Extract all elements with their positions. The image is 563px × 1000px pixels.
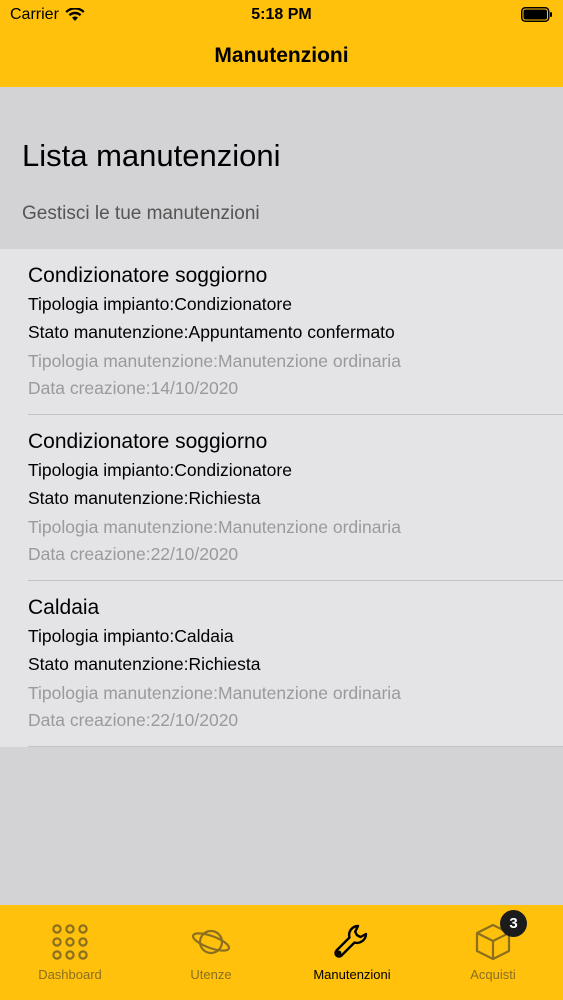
tab-label: Utenze bbox=[190, 967, 232, 982]
tab-acquisti[interactable]: Acquisti bbox=[423, 905, 563, 1000]
tipologia-value: Manutenzione ordinaria bbox=[218, 351, 401, 371]
data-line: Data creazione: 14/10/2020 bbox=[28, 378, 238, 399]
impianto-label: Tipologia impianto: bbox=[28, 626, 175, 646]
data-label: Data creazione: bbox=[28, 710, 151, 730]
nav-title: Manutenzioni bbox=[214, 44, 349, 67]
page-title: Lista manutenzioni bbox=[22, 138, 281, 173]
data-label: Data creazione: bbox=[28, 378, 151, 398]
data-value: 22/10/2020 bbox=[150, 710, 239, 730]
page-subtitle: Gestisci le tue manutenzioni bbox=[22, 203, 260, 224]
tab-label: Dashboard bbox=[38, 967, 102, 982]
stato-value: Appuntamento confermato bbox=[188, 322, 395, 342]
impianto-label: Tipologia impianto: bbox=[28, 294, 175, 314]
impianto-line: Tipologia impianto: Condizionatore bbox=[28, 460, 292, 481]
impianto-value: Condizionatore bbox=[174, 294, 292, 314]
clock: 5:18 PM bbox=[251, 6, 312, 23]
grid-dots-icon bbox=[52, 924, 88, 960]
stato-value: Richiesta bbox=[188, 654, 261, 674]
stato-line: Stato manutenzione: Appuntamento conferm… bbox=[28, 322, 395, 343]
impianto-value: Condizionatore bbox=[174, 460, 292, 480]
tipologia-label: Tipologia manutenzione: bbox=[28, 351, 219, 371]
tab-label: Acquisti bbox=[470, 967, 516, 982]
maintenance-item[interactable]: Condizionatore soggiorno Tipologia impia… bbox=[28, 249, 563, 415]
status-bar: Carrier 5:18 PM bbox=[0, 0, 563, 30]
data-line: Data creazione: 22/10/2020 bbox=[28, 710, 238, 731]
data-value: 22/10/2020 bbox=[150, 544, 239, 564]
item-name: Condizionatore soggiorno bbox=[28, 430, 268, 453]
stato-line: Stato manutenzione: Richiesta bbox=[28, 488, 261, 509]
impianto-line: Tipologia impianto: Caldaia bbox=[28, 626, 234, 647]
data-value: 14/10/2020 bbox=[150, 378, 239, 398]
item-name: Caldaia bbox=[28, 596, 100, 619]
tab-dashboard[interactable]: Dashboard bbox=[0, 905, 140, 1000]
tab-manutenzioni[interactable]: Manutenzioni bbox=[282, 905, 422, 1000]
maintenance-list: Condizionatore soggiorno Tipologia impia… bbox=[0, 249, 563, 747]
impianto-line: Tipologia impianto: Condizionatore bbox=[28, 294, 292, 315]
impianto-value: Caldaia bbox=[174, 626, 234, 646]
tipologia-value: Manutenzione ordinaria bbox=[218, 683, 401, 703]
stato-label: Stato manutenzione: bbox=[28, 322, 189, 342]
tipologia-line: Tipologia manutenzione: Manutenzione ord… bbox=[28, 517, 401, 538]
stato-label: Stato manutenzione: bbox=[28, 488, 189, 508]
battery-icon bbox=[521, 7, 552, 22]
planet-icon bbox=[191, 929, 231, 955]
cart-badge: 3 bbox=[500, 910, 527, 937]
maintenance-item[interactable]: Condizionatore soggiorno Tipologia impia… bbox=[28, 415, 563, 581]
tipologia-line: Tipologia manutenzione: Manutenzione ord… bbox=[28, 683, 401, 704]
stato-label: Stato manutenzione: bbox=[28, 654, 189, 674]
tipologia-value: Manutenzione ordinaria bbox=[218, 517, 401, 537]
tab-label: Manutenzioni bbox=[313, 967, 391, 982]
tipologia-line: Tipologia manutenzione: Manutenzione ord… bbox=[28, 351, 401, 372]
tab-utenze[interactable]: Utenze bbox=[141, 905, 281, 1000]
item-name: Condizionatore soggiorno bbox=[28, 264, 268, 287]
stato-value: Richiesta bbox=[188, 488, 261, 508]
wrench-icon bbox=[334, 924, 368, 958]
data-label: Data creazione: bbox=[28, 544, 151, 564]
impianto-label: Tipologia impianto: bbox=[28, 460, 175, 480]
maintenance-item[interactable]: Caldaia Tipologia impianto: Caldaia Stat… bbox=[28, 581, 563, 747]
tipologia-label: Tipologia manutenzione: bbox=[28, 517, 219, 537]
navigation-bar: Carrier 5:18 PM Manutenzioni bbox=[0, 0, 563, 87]
tab-bar: Dashboard Utenze Manutenzioni Acquisti bbox=[0, 905, 563, 1000]
stato-line: Stato manutenzione: Richiesta bbox=[28, 654, 261, 675]
tipologia-label: Tipologia manutenzione: bbox=[28, 683, 219, 703]
data-line: Data creazione: 22/10/2020 bbox=[28, 544, 238, 565]
